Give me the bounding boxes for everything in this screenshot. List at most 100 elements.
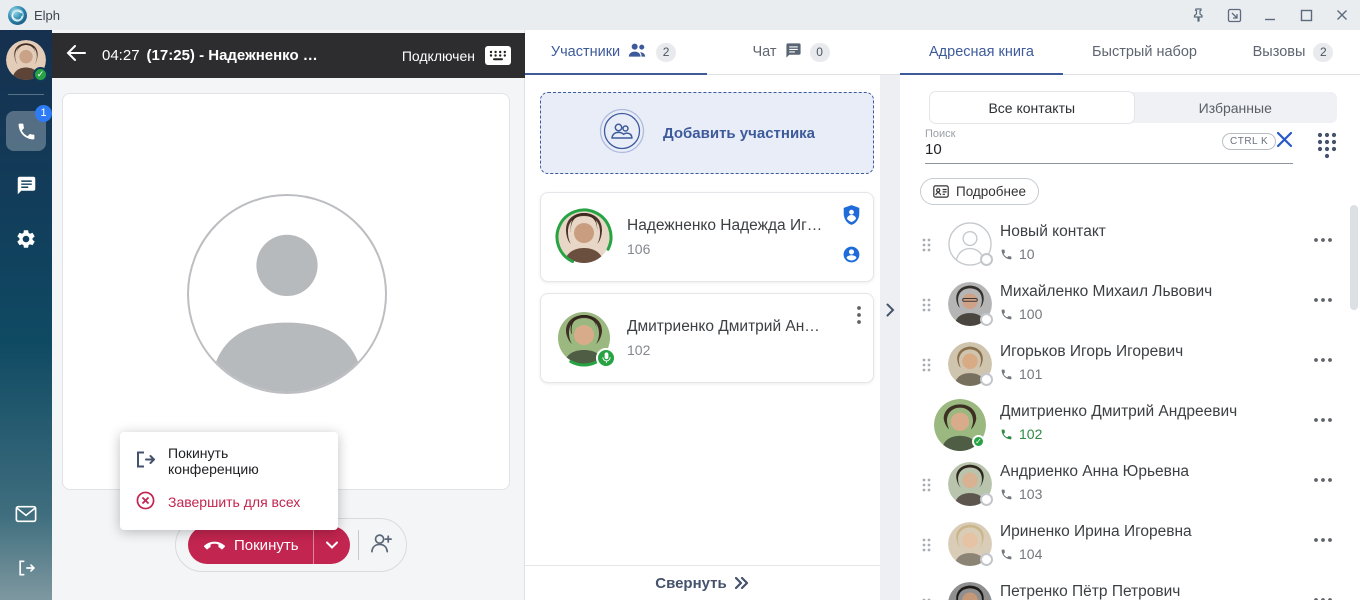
panel-resize-gutter[interactable] <box>880 75 900 600</box>
close-button[interactable] <box>1324 0 1360 30</box>
app-logo-icon <box>8 6 27 25</box>
restore-window-button[interactable] <box>1216 0 1252 30</box>
contact-status-dot <box>980 313 993 326</box>
sidebar-item-settings[interactable] <box>6 219 46 259</box>
sidebar-item-chats[interactable] <box>6 165 46 205</box>
expand-chevron-icon[interactable] <box>886 303 895 600</box>
contact-menu-button[interactable] <box>1314 529 1332 547</box>
left-navigation-rail: ✓ 1 <box>0 30 52 600</box>
contact-menu-button[interactable] <box>1314 469 1332 487</box>
contact-row[interactable]: Ириненко Ирина Игоревна 104 <box>900 515 1360 575</box>
participant-name: Дмитриенко Дмитрий Ан… <box>627 318 820 336</box>
contact-number: 10 <box>1000 246 1035 262</box>
pin-window-button[interactable] <box>1180 0 1216 30</box>
details-button[interactable]: Подробнее <box>920 178 1039 205</box>
contact-status-dot: ✓ <box>972 435 985 448</box>
scrollbar-thumb[interactable] <box>1350 205 1358 310</box>
contact-name: Дмитриенко Дмитрий Андреевич <box>1000 403 1237 421</box>
chat-icon <box>785 42 802 63</box>
contact-number: 100 <box>1000 306 1042 322</box>
window-titlebar: Elph <box>0 0 1360 30</box>
contact-row[interactable]: Андриенко Анна Юрьевна 103 <box>900 455 1360 515</box>
participant-name: Надежненко Надежда Иг… <box>627 217 822 235</box>
drag-handle-icon[interactable] <box>922 538 931 557</box>
participant-menu-button[interactable] <box>857 306 861 329</box>
hangup-button[interactable]: Покинуть <box>188 537 313 554</box>
maximize-button[interactable] <box>1288 0 1324 30</box>
active-call-panel: 04:27 (17:25) - Надежненко … Подключен П… <box>52 30 525 600</box>
search-label: Поиск <box>925 128 955 140</box>
calls-history-badge: 2 <box>1313 43 1333 62</box>
contact-menu-button[interactable] <box>1314 409 1332 427</box>
menu-item-leave-conference[interactable]: Покинуть конференцию <box>120 440 338 481</box>
contact-number: 101 <box>1000 366 1042 382</box>
hangup-options-button[interactable] <box>314 526 351 564</box>
rail-divider <box>8 94 44 95</box>
contact-row[interactable]: Петренко Пётр Петрович <box>900 575 1360 600</box>
remote-video-area <box>62 93 510 490</box>
tabs-row: Участники 2 Чат 0 Адресная книга Быстрый… <box>525 30 1360 75</box>
participant-card[interactable]: Дмитриенко Дмитрий Ан… 102 <box>540 293 874 383</box>
contact-row[interactable]: Михайленко Михаил Львович 100 <box>900 275 1360 335</box>
dialpad-icon-button[interactable] <box>1316 131 1338 164</box>
contact-menu-button[interactable] <box>1314 349 1332 367</box>
collapse-panel-button[interactable]: Свернуть <box>525 565 880 600</box>
add-participant-icon-button[interactable] <box>369 532 394 559</box>
tab-chat[interactable]: Чат 0 <box>702 30 880 74</box>
search-shortcut-badge: CTRL K <box>1222 133 1276 150</box>
contact-status-dot <box>980 253 993 266</box>
drag-handle-icon[interactable] <box>922 238 931 257</box>
moderator-shield-icon[interactable] <box>843 205 860 230</box>
contact-row[interactable]: Игорьков Игорь Игоревич 101 <box>900 335 1360 395</box>
tab-participants[interactable]: Участники 2 <box>525 30 702 74</box>
sidebar-item-logout[interactable] <box>6 548 46 588</box>
minimize-button[interactable] <box>1252 0 1288 30</box>
contact-name: Игорьков Игорь Игоревич <box>1000 343 1183 361</box>
contact-menu-button[interactable] <box>1314 289 1332 307</box>
tab-calls-history[interactable]: Вызовы 2 <box>1226 30 1360 74</box>
sidebar-item-calls[interactable]: 1 <box>6 111 46 151</box>
back-arrow-icon[interactable] <box>66 45 86 66</box>
add-participant-people-icon <box>599 108 645 159</box>
contacts-filter-segmented: Все контакты Избранные <box>930 92 1337 123</box>
participant-card[interactable]: Надежненко Надежда Иг… 106 <box>540 192 874 282</box>
clear-search-button[interactable] <box>1276 131 1293 153</box>
tab-speed-dial[interactable]: Быстрый набор <box>1063 30 1226 74</box>
call-title: (17:25) - Надежненко … <box>147 47 318 64</box>
menu-item-end-for-all[interactable]: Завершить для всех <box>120 481 338 522</box>
participant-number: 106 <box>627 241 822 257</box>
participants-panel: Добавить участника Надежненко Надежда Иг… <box>525 75 880 600</box>
drag-handle-icon[interactable] <box>922 478 931 497</box>
drag-handle-icon[interactable] <box>922 298 931 317</box>
avatar-placeholder <box>187 194 387 394</box>
filter-favorites[interactable]: Избранные <box>1134 92 1338 123</box>
dialpad-toggle-button[interactable] <box>485 46 511 65</box>
contact-menu-button[interactable] <box>1314 229 1332 247</box>
chat-count-badge: 0 <box>810 43 830 62</box>
online-status-badge: ✓ <box>33 67 48 82</box>
tab-address-book[interactable]: Адресная книга <box>900 30 1063 74</box>
filter-all-contacts[interactable]: Все контакты <box>930 92 1134 123</box>
contact-name: Ириненко Ирина Игоревна <box>1000 523 1192 541</box>
account-circle-icon[interactable] <box>842 245 861 269</box>
drag-handle-icon[interactable] <box>922 358 931 377</box>
contact-avatar <box>948 582 992 600</box>
contact-menu-button[interactable] <box>1314 589 1332 600</box>
window-title: Elph <box>34 8 60 23</box>
participant-avatar <box>555 309 613 367</box>
contact-number: 103 <box>1000 486 1042 502</box>
leave-icon <box>136 451 155 471</box>
add-participant-button[interactable]: Добавить участника <box>540 92 874 174</box>
search-input[interactable]: 10 <box>925 141 942 158</box>
contact-row[interactable]: ✓ Дмитриенко Дмитрий Андреевич 102 <box>900 395 1360 455</box>
participant-number: 102 <box>627 342 820 358</box>
contact-name: Петренко Пётр Петрович <box>1000 583 1180 600</box>
user-avatar[interactable]: ✓ <box>6 40 46 80</box>
hangup-context-menu: Покинуть конференцию Завершить для всех <box>120 432 338 530</box>
contact-row[interactable]: Новый контакт 10 <box>900 215 1360 275</box>
sidebar-item-voicemail[interactable] <box>6 494 46 534</box>
contact-status-dot <box>980 553 993 566</box>
end-call-icon <box>136 491 155 513</box>
call-timer: 04:27 <box>102 47 140 64</box>
contact-number: 104 <box>1000 546 1042 562</box>
